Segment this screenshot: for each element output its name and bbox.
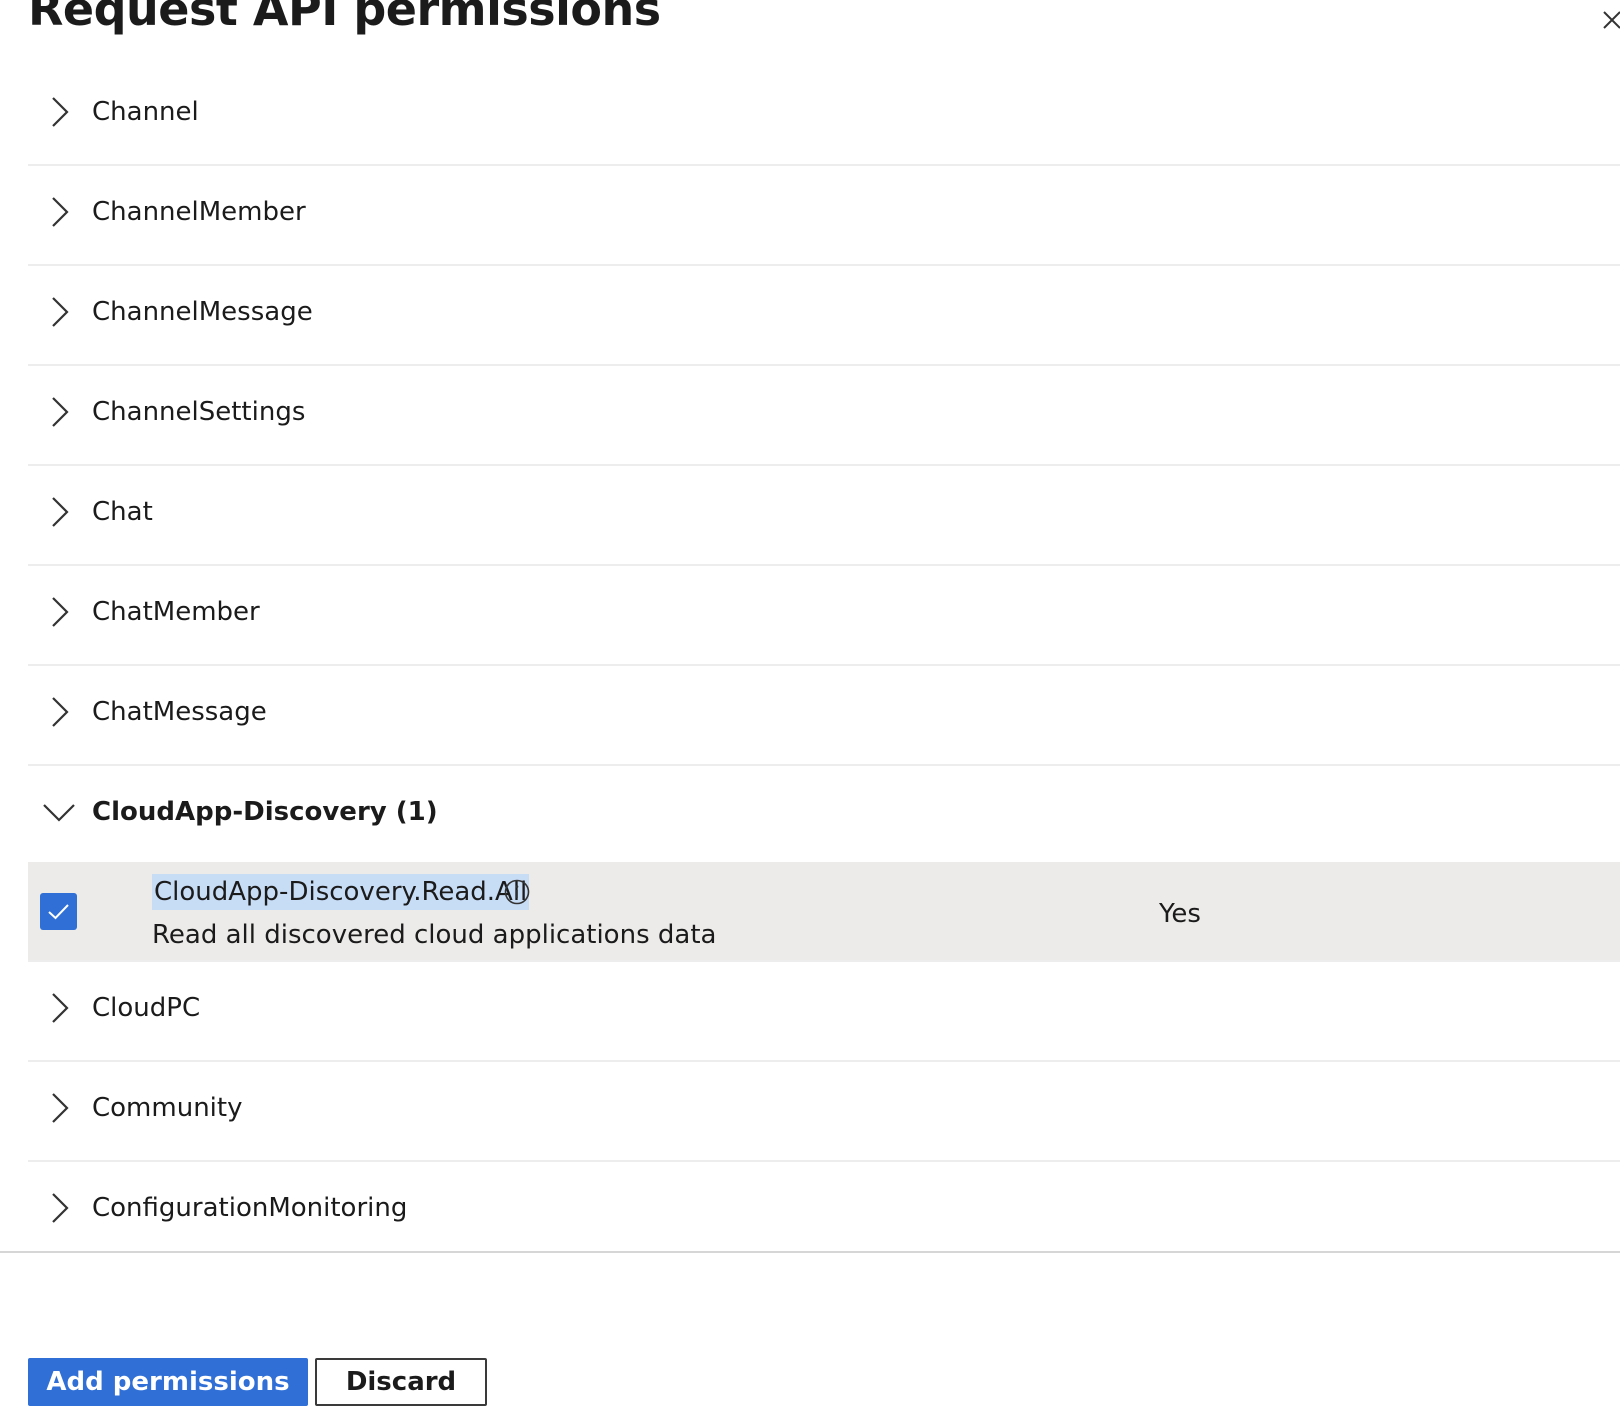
- chevron-right-icon: [48, 96, 72, 128]
- chevron-right-icon: [48, 296, 72, 328]
- chevron-right-icon: [48, 1192, 72, 1224]
- chevron-right-icon: [48, 196, 72, 228]
- discard-button[interactable]: Discard: [315, 1358, 487, 1406]
- checkmark-icon: [48, 904, 69, 920]
- group-label: ConfigurationMonitoring: [92, 1193, 408, 1223]
- group-label: CloudPC: [92, 993, 201, 1023]
- group-row-channel[interactable]: Channel: [28, 66, 1620, 166]
- group-row-community[interactable]: Community: [28, 1062, 1620, 1162]
- group-row-configurationmonitoring[interactable]: ConfigurationMonitoring: [28, 1162, 1620, 1262]
- page-title: Request API permissions: [28, 0, 661, 36]
- group-row-channelmember[interactable]: ChannelMember: [28, 166, 1620, 266]
- group-label: ChatMember: [92, 597, 260, 627]
- group-label: Chat: [92, 497, 153, 527]
- permission-description: Read all discovered cloud applications d…: [152, 920, 717, 950]
- group-row-chatmember[interactable]: ChatMember: [28, 566, 1620, 666]
- admin-consent-required: Yes: [1159, 899, 1201, 929]
- chevron-right-icon: [48, 596, 72, 628]
- close-icon[interactable]: [1600, 6, 1620, 36]
- group-label: Channel: [92, 97, 199, 127]
- footer-divider: [0, 1251, 1620, 1253]
- group-label: ChannelSettings: [92, 397, 306, 427]
- chevron-down-icon: [42, 802, 76, 824]
- permission-row: CloudApp-Discovery.Read.All Read all dis…: [28, 862, 1620, 962]
- group-label: ChatMessage: [92, 697, 267, 727]
- info-icon[interactable]: [504, 879, 530, 905]
- chevron-right-icon: [48, 1092, 72, 1124]
- group-row-chat[interactable]: Chat: [28, 466, 1620, 566]
- permission-group-list: Channel ChannelMember ChannelMessage Cha…: [28, 66, 1620, 1262]
- add-permissions-button[interactable]: Add permissions: [28, 1358, 308, 1406]
- group-row-channelmessage[interactable]: ChannelMessage: [28, 266, 1620, 366]
- group-label: CloudApp-Discovery (1): [92, 797, 438, 827]
- group-label: ChannelMessage: [92, 297, 313, 327]
- group-row-channelsettings[interactable]: ChannelSettings: [28, 366, 1620, 466]
- permission-name: CloudApp-Discovery.Read.All: [152, 874, 530, 910]
- group-label: ChannelMember: [92, 197, 306, 227]
- group-row-cloudapp-discovery[interactable]: CloudApp-Discovery (1): [28, 766, 1620, 862]
- permission-checkbox[interactable]: [40, 893, 77, 930]
- chevron-right-icon: [48, 496, 72, 528]
- chevron-right-icon: [48, 696, 72, 728]
- group-label: Community: [92, 1093, 243, 1123]
- chevron-right-icon: [48, 992, 72, 1024]
- group-row-cloudpc[interactable]: CloudPC: [28, 962, 1620, 1062]
- chevron-right-icon: [48, 396, 72, 428]
- group-row-chatmessage[interactable]: ChatMessage: [28, 666, 1620, 766]
